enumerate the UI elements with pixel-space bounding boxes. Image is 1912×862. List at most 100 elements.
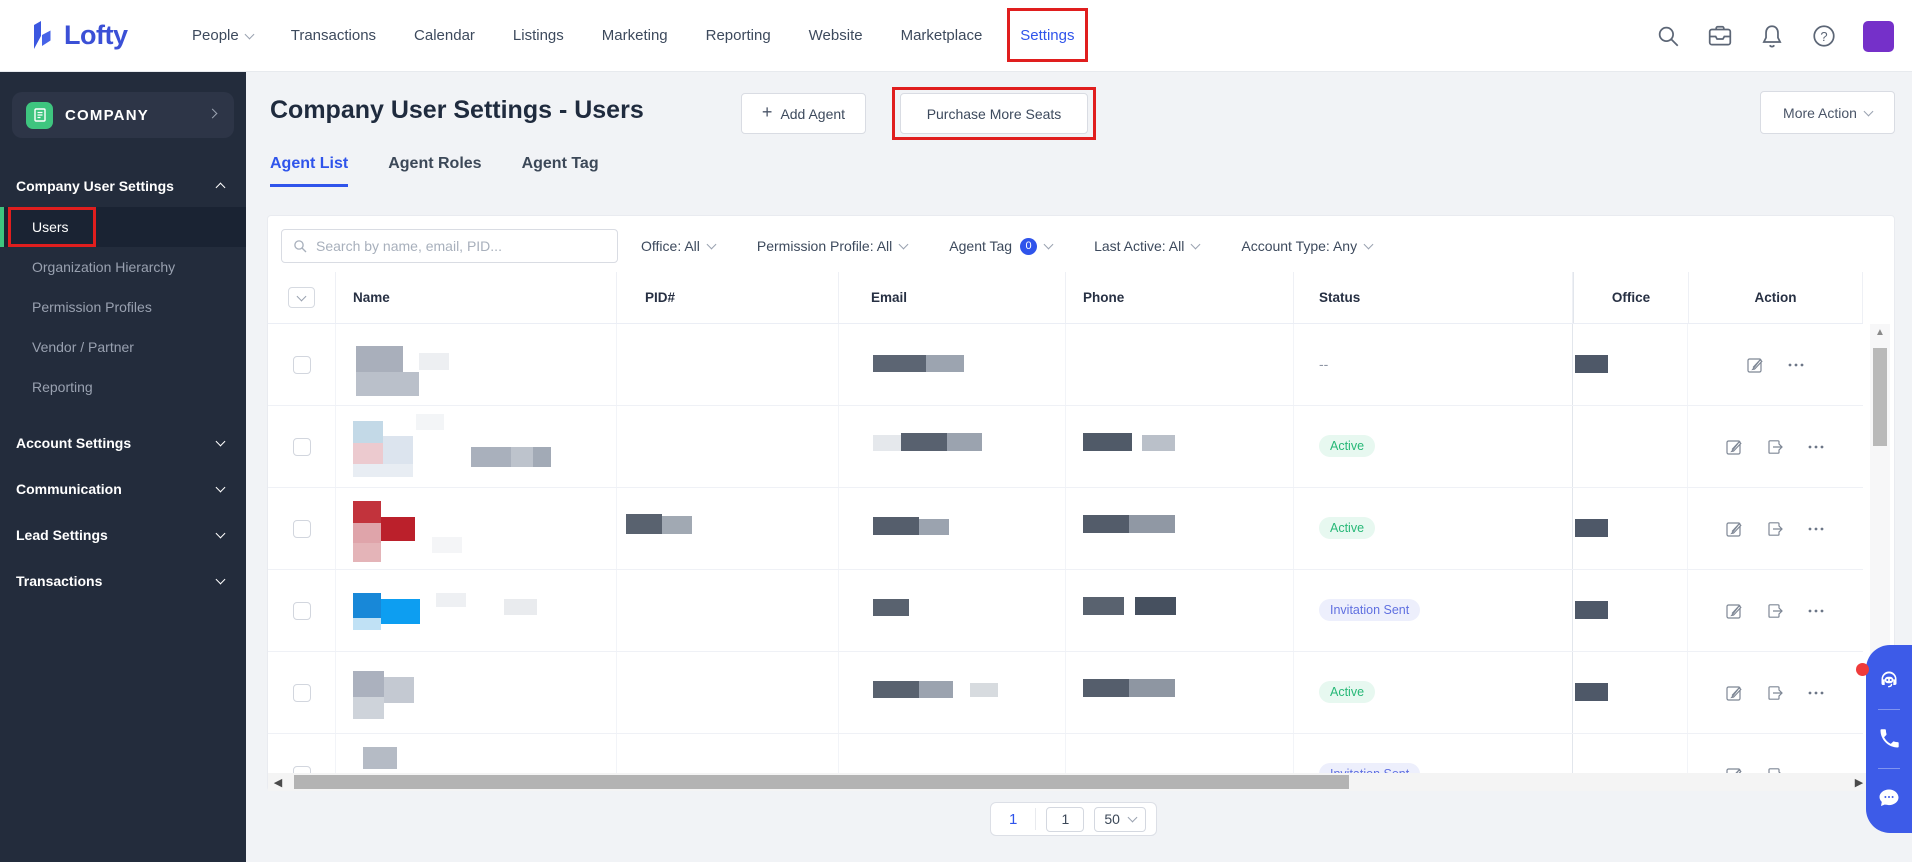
select-all-checkbox[interactable] <box>288 287 315 308</box>
redacted-block <box>353 501 381 523</box>
edit-icon[interactable] <box>1725 602 1743 620</box>
edit-icon[interactable] <box>1725 766 1743 774</box>
sidebar-item-permission-profiles[interactable]: Permission Profiles <box>0 287 246 327</box>
filter-account-type-any[interactable]: Account Type: Any <box>1241 238 1374 254</box>
tab-agent-list[interactable]: Agent List <box>270 155 349 187</box>
redacted-block <box>356 372 419 396</box>
filter-agent-tag[interactable]: Agent Tag 0 <box>949 237 1054 255</box>
more-icon[interactable] <box>1807 438 1825 456</box>
more-action-button[interactable]: More Action <box>1760 91 1895 134</box>
more-icon[interactable] <box>1787 356 1805 374</box>
nav-item-people[interactable]: People <box>192 27 255 44</box>
sidebar-section-lead-settings[interactable]: Lead Settings <box>0 512 246 558</box>
status-cell: Active <box>1294 652 1573 733</box>
top-nav: Lofty People Transactions Calendar Listings… <box>0 0 1912 72</box>
nav-item-website[interactable]: Website <box>809 27 863 44</box>
phone-cell <box>1066 488 1294 569</box>
nav-item-transactions[interactable]: Transactions <box>291 27 376 44</box>
horizontal-scrollbar-thumb[interactable] <box>294 775 1349 789</box>
transfer-icon[interactable] <box>1766 438 1784 456</box>
more-icon[interactable] <box>1807 766 1825 774</box>
sidebar-section-communication[interactable]: Communication <box>0 466 246 512</box>
page-jump-input[interactable] <box>1046 806 1085 832</box>
nav-item-listings[interactable]: Listings <box>513 27 564 44</box>
user-avatar[interactable] <box>1863 20 1894 52</box>
horizontal-scrollbar[interactable]: ◀ ▶ <box>268 773 1869 791</box>
nav-item-settings[interactable]: Settings <box>1007 8 1088 62</box>
email-cell <box>839 488 1066 569</box>
nav-item-reporting[interactable]: Reporting <box>706 27 771 44</box>
purchase-more-seats-button[interactable]: Purchase More Seats <box>900 93 1088 134</box>
filter-last-active-all[interactable]: Last Active: All <box>1094 238 1201 254</box>
name-cell <box>336 324 617 405</box>
support-chat-icon[interactable] <box>1877 668 1901 692</box>
sidebar-section-transactions[interactable]: Transactions <box>0 558 246 604</box>
status-cell: Invitation Sent <box>1294 570 1573 651</box>
more-icon[interactable] <box>1807 520 1825 538</box>
vertical-scrollbar-thumb[interactable] <box>1873 348 1887 446</box>
row-checkbox-cell <box>268 406 336 487</box>
pid-cell <box>617 652 839 733</box>
office-cell <box>1572 406 1688 487</box>
row-checkbox[interactable] <box>292 765 311 773</box>
scroll-up-icon[interactable]: ▲ <box>1870 327 1890 338</box>
nav-item-marketplace[interactable]: Marketplace <box>901 27 983 44</box>
sidebar-item-organization-hierarchy[interactable]: Organization Hierarchy <box>0 247 246 287</box>
transfer-icon[interactable] <box>1766 520 1784 538</box>
page-number[interactable]: 1 <box>1001 811 1025 828</box>
page-size-select[interactable]: 50 <box>1094 806 1146 832</box>
more-icon[interactable] <box>1807 684 1825 702</box>
help-icon[interactable]: ? <box>1811 23 1837 49</box>
redacted-block <box>926 355 964 372</box>
redacted-block <box>436 593 466 607</box>
sidebar-item-reporting[interactable]: Reporting <box>0 367 246 407</box>
column-header-email: Email <box>839 272 1066 323</box>
status-badge: Active <box>1319 681 1376 703</box>
redacted-block <box>363 747 397 769</box>
row-checkbox[interactable] <box>292 519 311 538</box>
redacted-block <box>1575 355 1608 373</box>
transfer-icon[interactable] <box>1766 766 1784 774</box>
action-cell <box>1688 406 1862 487</box>
row-checkbox[interactable] <box>292 683 311 702</box>
chevron-down-icon <box>215 574 226 585</box>
row-checkbox[interactable] <box>292 355 311 374</box>
company-switcher[interactable]: COMPANY <box>12 92 234 138</box>
search-input[interactable] <box>316 238 617 254</box>
filter-row: Office: All Permission Profile: All Agent … <box>641 229 1374 263</box>
brand-name: Lofty <box>64 20 128 50</box>
nav-item-marketing[interactable]: Marketing <box>602 27 668 44</box>
redacted-block <box>919 681 953 698</box>
inbox-icon[interactable] <box>1707 23 1733 49</box>
tab-agent-tag[interactable]: Agent Tag <box>522 155 599 187</box>
filter-office-all[interactable]: Office: All <box>641 238 717 254</box>
edit-icon[interactable] <box>1725 438 1743 456</box>
sidebar-section-account-settings[interactable]: Account Settings <box>0 420 246 466</box>
sidebar-section-company-user-settings[interactable]: Company User Settings <box>0 172 246 200</box>
phone-icon[interactable] <box>1877 727 1901 751</box>
chevron-down-icon <box>296 291 307 301</box>
row-checkbox[interactable] <box>292 437 311 456</box>
message-bubble-icon[interactable] <box>1877 786 1901 810</box>
lofty-logo[interactable]: Lofty <box>26 20 156 52</box>
nav-item-calendar[interactable]: Calendar <box>414 27 475 44</box>
transfer-icon[interactable] <box>1766 684 1784 702</box>
add-agent-button[interactable]: + Add Agent <box>741 93 866 134</box>
edit-icon[interactable] <box>1725 520 1743 538</box>
transfer-icon[interactable] <box>1766 602 1784 620</box>
redacted-block <box>1083 515 1129 533</box>
chevron-down-icon <box>706 239 717 250</box>
bell-icon[interactable] <box>1759 23 1785 49</box>
row-checkbox[interactable] <box>292 601 311 620</box>
scroll-left-icon[interactable]: ◀ <box>268 776 288 789</box>
filter-permission-profile-all[interactable]: Permission Profile: All <box>757 238 909 254</box>
sidebar-item-vendor-partner[interactable]: Vendor / Partner <box>0 327 246 367</box>
search-icon[interactable] <box>1655 23 1681 49</box>
tab-agent-roles[interactable]: Agent Roles <box>388 155 481 187</box>
edit-icon[interactable] <box>1725 684 1743 702</box>
sidebar-item-users[interactable]: Users <box>0 207 246 247</box>
column-header-phone: Phone <box>1066 272 1294 323</box>
redacted-block <box>353 443 383 464</box>
edit-icon[interactable] <box>1746 356 1764 374</box>
more-icon[interactable] <box>1807 602 1825 620</box>
